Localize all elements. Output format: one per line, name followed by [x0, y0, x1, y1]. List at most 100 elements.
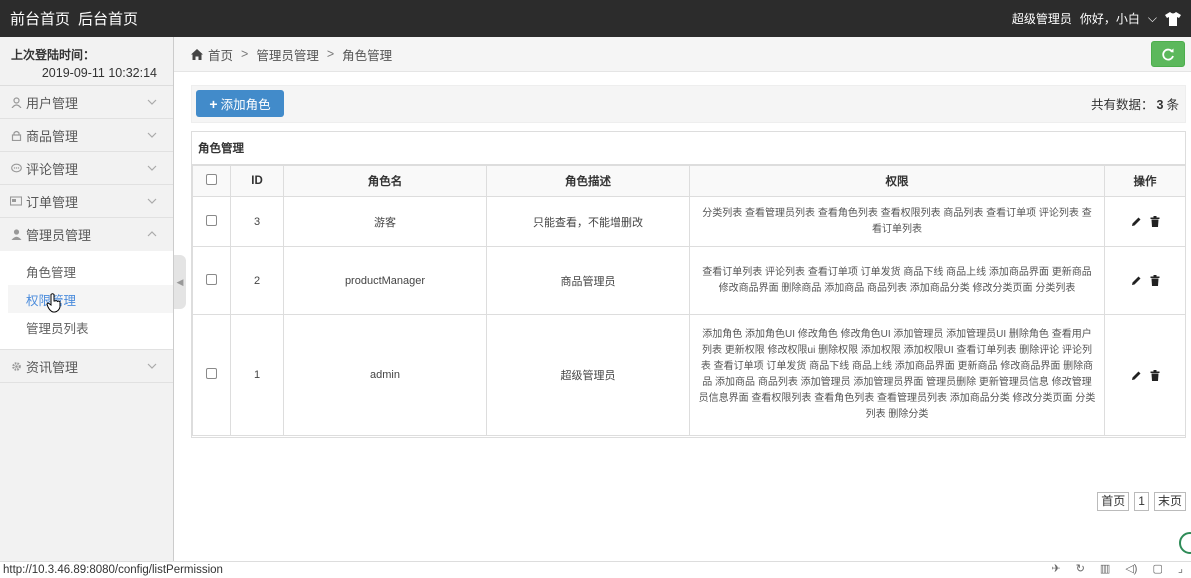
- breadcrumb-separator: >: [241, 47, 249, 61]
- row-id: 2: [230, 246, 284, 315]
- row-desc: 只能查看，不能增删改: [486, 196, 690, 247]
- sidebar-item-admins[interactable]: 管理员管理: [0, 218, 173, 251]
- front-home-link[interactable]: 前台首页: [10, 8, 70, 29]
- breadcrumb: 首页 > 管理员管理 > 角色管理: [174, 37, 1191, 72]
- row-ops: [1104, 246, 1186, 315]
- table-row: 3 游客 只能查看，不能增删改 分类列表 查看管理员列表 查看角色列表 查看权限…: [192, 196, 1186, 247]
- trash-icon[interactable]: ▥: [1100, 561, 1110, 577]
- sidebar-item-products[interactable]: 商品管理: [0, 119, 173, 152]
- volume-icon[interactable]: ◁): [1125, 561, 1137, 577]
- lock-icon: [10, 129, 22, 141]
- table-row: 2 productManager 商品管理员 查看订单列表 评论列表 查看订单项…: [192, 246, 1186, 315]
- table-header-row: ID 角色名 角色描述 权限 操作: [192, 165, 1186, 197]
- sidebar-item-label: 商品管理: [26, 128, 79, 144]
- edit-icon[interactable]: [1131, 370, 1142, 381]
- gear-icon: [10, 360, 22, 372]
- home-icon: [191, 48, 203, 60]
- row-ops: [1104, 196, 1186, 247]
- brand-links: 前台首页 后台首页: [10, 8, 138, 29]
- sidebar-collapse-toggle[interactable]: ◀: [174, 255, 186, 309]
- sidebar-item-news[interactable]: 资讯管理: [0, 350, 173, 383]
- row-select-cell: [192, 246, 231, 315]
- sidebar-item-users[interactable]: 用户管理: [0, 86, 173, 119]
- hand-cursor-icon: [46, 293, 61, 313]
- chevron-down-icon[interactable]: ⌵: [1148, 11, 1157, 26]
- header-desc: 角色描述: [486, 165, 690, 197]
- row-perm: 添加角色 添加角色UI 修改角色 修改角色UI 添加管理员 添加管理员UI 删除…: [689, 314, 1105, 436]
- chevron-down-icon: [147, 165, 157, 171]
- total-suffix: 条: [1166, 98, 1179, 112]
- breadcrumb-level2: 角色管理: [342, 48, 393, 63]
- select-all-checkbox[interactable]: [206, 174, 217, 185]
- pager-first[interactable]: 首页: [1097, 492, 1130, 511]
- sidebar-item-label: 管理员管理: [26, 228, 92, 243]
- status-url: http://10.3.46.89:8080/config/listPermis…: [3, 564, 223, 576]
- row-select-cell: [192, 314, 231, 436]
- row-id: 1: [230, 314, 284, 436]
- header-perm: 权限: [689, 165, 1105, 197]
- back-home-link[interactable]: 后台首页: [78, 8, 138, 29]
- window-icon[interactable]: ▢: [1152, 561, 1162, 577]
- last-login-time: 2019-09-11 10:32:14: [41, 66, 157, 80]
- sidebar-subitem-admin-list[interactable]: 管理员列表: [8, 313, 173, 341]
- row-name: productManager: [283, 246, 487, 315]
- edit-icon[interactable]: [1131, 216, 1142, 227]
- user-admin-icon: [10, 229, 22, 241]
- header-id: ID: [230, 165, 284, 197]
- toolbar: + 添加角色 共有数据： 3 条: [191, 85, 1186, 123]
- pin-icon[interactable]: ✈: [1051, 561, 1060, 577]
- row-checkbox[interactable]: [206, 214, 217, 226]
- sidebar-item-orders[interactable]: 订单管理: [0, 185, 173, 218]
- trash-icon[interactable]: [1150, 369, 1160, 381]
- sidebar-subitem-permissions[interactable]: 权限管理: [8, 285, 173, 313]
- chevron-down-icon: [147, 363, 157, 369]
- trash-icon[interactable]: [1150, 216, 1160, 227]
- header-name: 角色名: [283, 165, 487, 197]
- plus-icon: +: [209, 95, 218, 112]
- row-desc: 商品管理员: [486, 246, 690, 315]
- sync-icon[interactable]: ↻: [1076, 561, 1085, 577]
- panel-title: 角色管理: [192, 132, 1185, 165]
- user-role: 超级管理员: [1011, 12, 1072, 26]
- total-prefix: 共有数据：: [1091, 98, 1154, 112]
- tshirt-icon[interactable]: [1165, 11, 1181, 26]
- row-name: admin: [283, 314, 487, 436]
- row-ops: [1104, 314, 1186, 436]
- total-value: 3: [1156, 98, 1164, 112]
- row-name: 游客: [283, 196, 487, 247]
- sidebar-item-label: 订单管理: [26, 194, 79, 210]
- status-icons: ✈ ↻ ▥ ◁) ▢ ⌟: [1051, 561, 1191, 577]
- floating-widget-icon[interactable]: [1179, 532, 1191, 554]
- last-login-box: 上次登陆时间： 2019-09-11 10:32:14: [0, 37, 173, 86]
- breadcrumb-home[interactable]: 首页: [208, 45, 233, 64]
- row-desc: 超级管理员: [486, 314, 690, 436]
- header-select-all: [192, 165, 231, 197]
- card-icon: [10, 195, 22, 207]
- user-greeting[interactable]: 你好，小白: [1080, 10, 1140, 27]
- table-row: 1 admin 超级管理员 添加角色 添加角色UI 修改角色 修改角色UI 添加…: [192, 314, 1186, 436]
- add-role-button[interactable]: + 添加角色: [196, 90, 284, 117]
- chevron-down-icon: [147, 132, 157, 138]
- chevron-down-icon: [147, 198, 157, 204]
- sidebar-item-label: 评论管理: [26, 161, 79, 177]
- last-login-label: 上次登陆时间：: [11, 48, 96, 62]
- roles-panel: 角色管理 ID 角色名 角色描述 权限 操作 3 游客 只能查看，不能增删改 分…: [191, 131, 1186, 438]
- row-perm: 查看订单列表 评论列表 查看订单项 订单发货 商品下线 商品上线 添加商品界面 …: [689, 246, 1105, 315]
- pager-page-1[interactable]: 1: [1134, 492, 1149, 511]
- browser-status-bar: http://10.3.46.89:8080/config/listPermis…: [0, 561, 1191, 578]
- breadcrumb-separator: >: [326, 47, 335, 61]
- sidebar-subitem-roles[interactable]: 角色管理: [8, 257, 173, 285]
- row-checkbox[interactable]: [206, 273, 217, 285]
- pager-last[interactable]: 末页: [1153, 492, 1186, 511]
- breadcrumb-level1[interactable]: 管理员管理: [256, 45, 319, 64]
- admin-submenu: 角色管理 权限管理 管理员列表: [0, 251, 173, 350]
- refresh-button[interactable]: [1151, 41, 1185, 67]
- edit-icon[interactable]: [1131, 275, 1142, 286]
- trash-icon[interactable]: [1150, 275, 1160, 286]
- resize-icon[interactable]: ⌟: [1178, 561, 1183, 577]
- row-id: 3: [230, 196, 284, 247]
- sidebar-item-comments[interactable]: 评论管理: [0, 152, 173, 185]
- refresh-icon: [1161, 48, 1174, 60]
- user-menu[interactable]: 超级管理员 你好，小白 ⌵: [1012, 10, 1181, 27]
- row-checkbox[interactable]: [206, 368, 217, 379]
